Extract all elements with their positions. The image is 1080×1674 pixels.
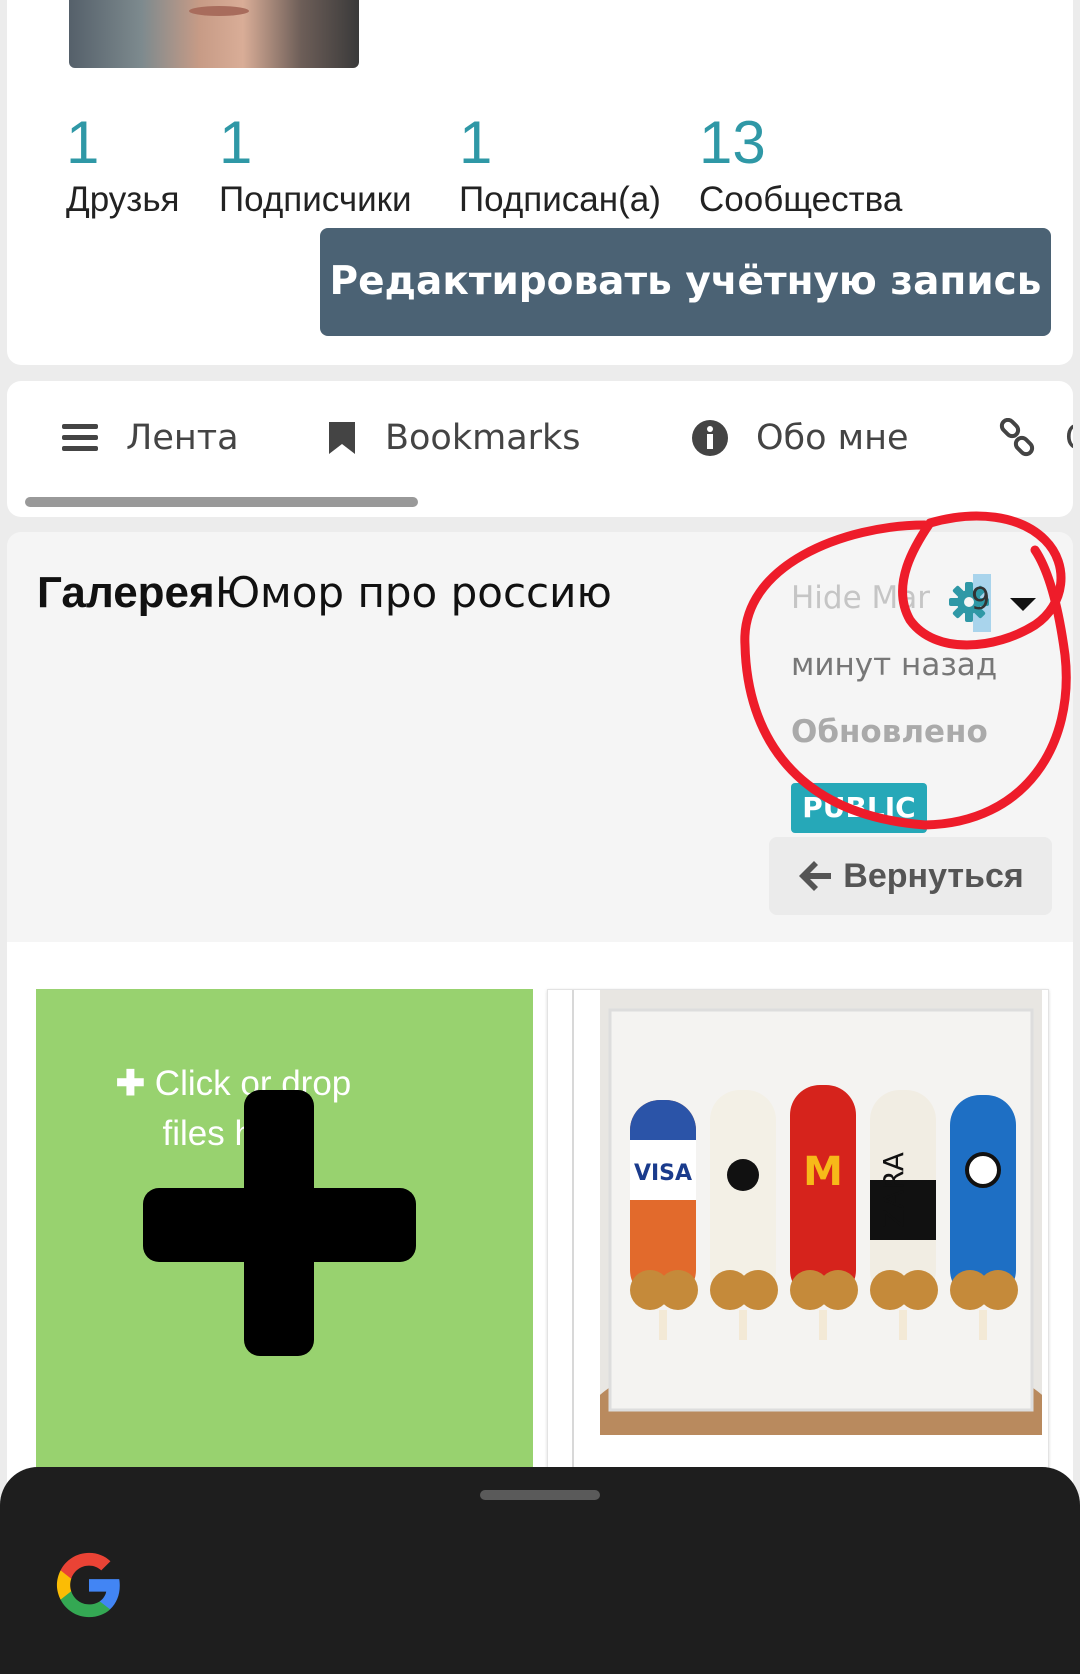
tab-feed[interactable]: Лента [62, 413, 239, 463]
stat-friends-label: Друзья [66, 180, 180, 219]
settings-dropdown[interactable]: 9 [947, 574, 997, 632]
tab-about[interactable]: Обо мне [692, 413, 909, 463]
gallery-title-prefix: Галерея [37, 568, 215, 617]
stat-followers-count: 1 [219, 109, 253, 176]
stat-following[interactable]: 1 Подписан(а) [459, 108, 661, 222]
stat-following-label: Подписан(а) [459, 180, 661, 219]
gallery-title: ГалереяЮмор про россию [37, 568, 612, 618]
arrow-left-icon [799, 861, 832, 891]
tab-links[interactable]: О [997, 413, 1073, 463]
link-icon [999, 418, 1035, 457]
gallery-name: Юмор про россию [214, 568, 612, 617]
stat-friends-count: 1 [66, 109, 100, 176]
stat-communities-label: Сообщества [699, 180, 903, 219]
avatar[interactable] [69, 0, 359, 68]
profile-card: 1 Друзья 1 Подписчики 1 Подписан(а) 13 С… [7, 0, 1073, 365]
back-button-label: Вернуться [843, 856, 1024, 895]
updated-time: минут назад [791, 647, 998, 683]
updated-label: Обновлено [791, 714, 988, 750]
chevron-down-icon[interactable] [1010, 598, 1036, 611]
google-icon[interactable] [54, 1550, 124, 1620]
edit-account-button[interactable]: Редактировать учётную запись [320, 228, 1051, 336]
sheet-drag-handle[interactable] [480, 1490, 600, 1500]
stat-communities[interactable]: 13 Сообщества [699, 108, 902, 222]
plus-icon [143, 1090, 416, 1356]
tab-bookmarks[interactable]: Bookmarks [327, 413, 581, 463]
photo-image: VISA M ZARA [600, 990, 1042, 1435]
svg-text:M: M [803, 1149, 843, 1195]
settings-count: 9 [971, 582, 991, 617]
visibility-badge: PUBLIC [791, 783, 927, 833]
stat-followers[interactable]: 1 Подписчики [219, 108, 412, 222]
bottom-sheet [0, 1467, 1080, 1674]
stat-followers-label: Подписчики [219, 180, 412, 219]
gallery-header: ГалереяЮмор про россию Hide Mar 9 минут … [7, 532, 1073, 942]
photo-brand-visa: VISA [634, 1161, 692, 1186]
menu-icon [62, 424, 98, 451]
tabs-scrollbar[interactable] [25, 497, 418, 507]
tab-links-label: О [1065, 418, 1073, 458]
tab-bookmarks-label: Bookmarks [385, 418, 581, 458]
profile-tabs: Лента Bookmarks Обо мне О [7, 381, 1073, 517]
back-button[interactable]: Вернуться [769, 837, 1052, 915]
tab-feed-label: Лента [126, 418, 239, 458]
stat-communities-count: 13 [699, 109, 766, 176]
tab-about-label: Обо мне [756, 418, 909, 458]
stat-following-count: 1 [459, 109, 493, 176]
bookmark-icon [329, 422, 355, 454]
info-icon [692, 420, 728, 456]
stat-friends[interactable]: 1 Друзья [66, 108, 180, 222]
photo-brand-zara: ZARA [877, 1152, 910, 1228]
